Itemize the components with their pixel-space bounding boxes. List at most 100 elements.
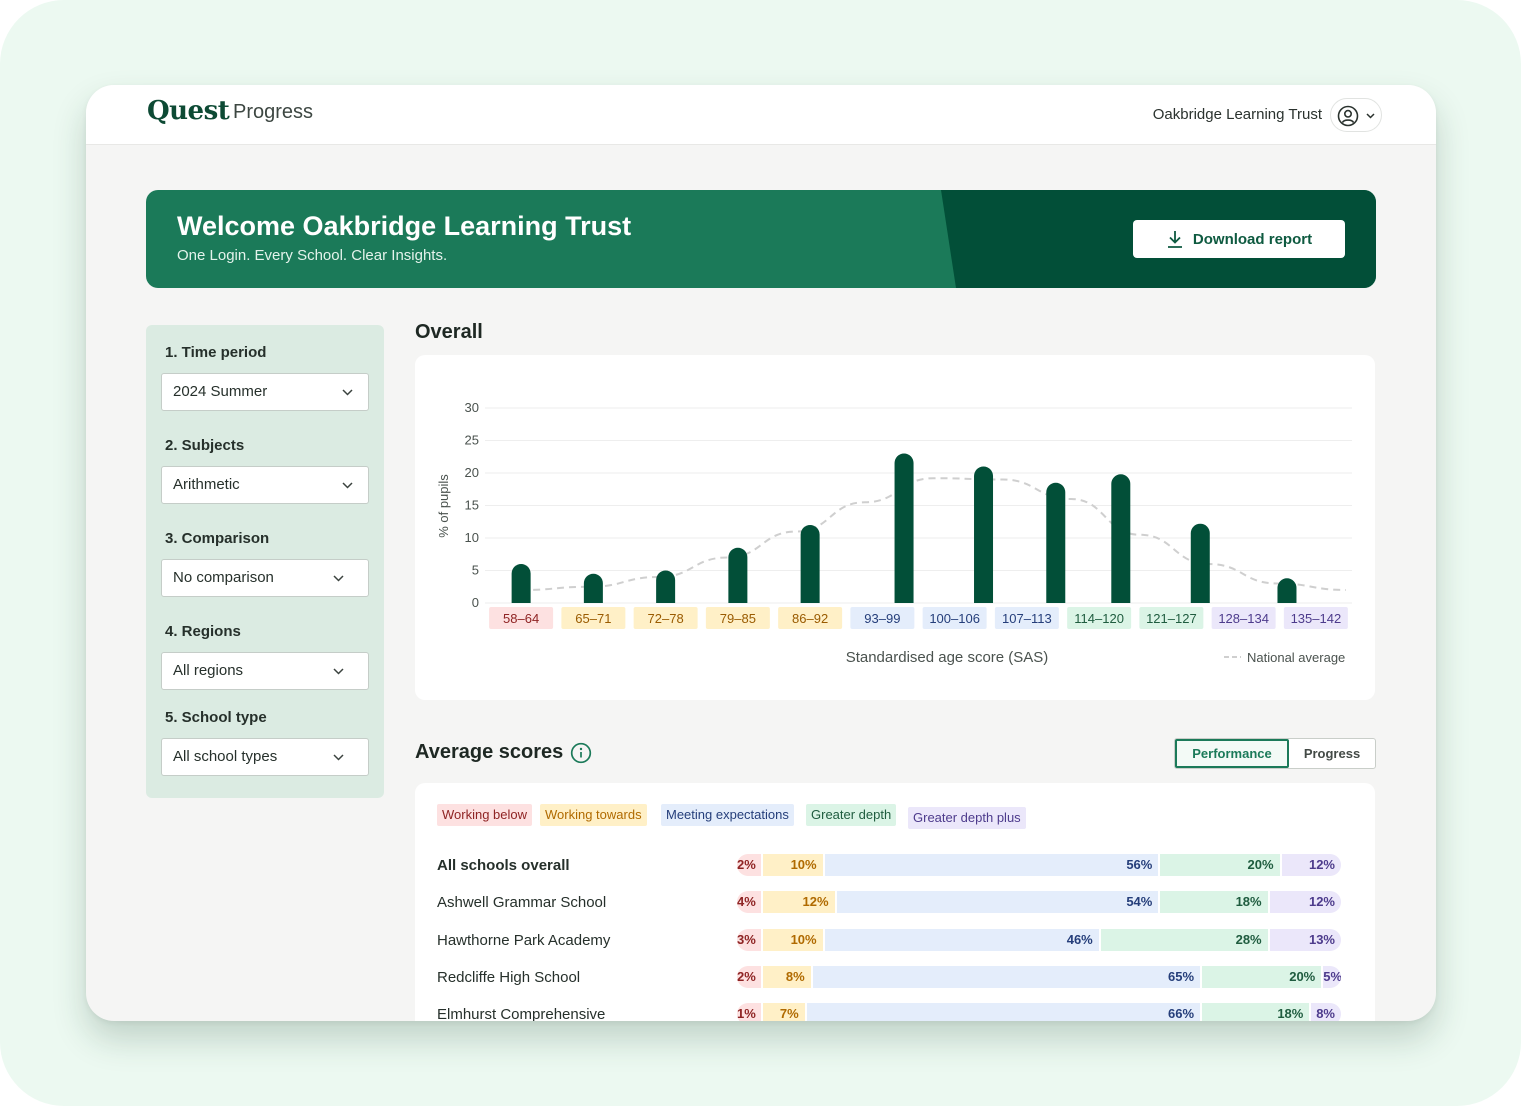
- quest-logo[interactable]: Quest: [147, 96, 230, 126]
- score-bar: 4% 12% 54% 18% 12%: [737, 891, 1341, 913]
- regions-value: All regions: [173, 662, 244, 679]
- welcome-banner: Welcome Oakbridge Learning Trust One Log…: [146, 190, 1376, 288]
- y-tick-label: 10: [465, 530, 479, 545]
- chevron-down-icon: [342, 482, 353, 489]
- chevron-down-icon: [333, 668, 344, 675]
- bar: [1111, 474, 1131, 603]
- legend-chip: Greater depth plus: [908, 807, 1026, 829]
- y-tick-label: 15: [465, 498, 479, 513]
- score-segment: 12%: [1269, 891, 1341, 913]
- progress-tab[interactable]: Progress: [1289, 739, 1375, 768]
- chevron-down-icon: [1366, 113, 1375, 119]
- app-window: Quest Progress Oakbridge Learning Trust …: [86, 85, 1436, 1021]
- bar: [1046, 482, 1066, 603]
- score-bar: 2% 10% 56% 20% 12%: [737, 854, 1341, 876]
- average-scores-card: Working below Working towards Meeting expe…: [415, 783, 1375, 1021]
- bar: [583, 573, 603, 603]
- score-segment: 20%: [1160, 854, 1280, 876]
- filter-label-school-type: 5. School type: [165, 709, 267, 726]
- score-segment: 10%: [763, 854, 823, 876]
- x-tick-label: 100–106: [929, 611, 980, 626]
- regions-select[interactable]: All regions: [161, 652, 369, 690]
- top-bar: Quest Progress Oakbridge Learning Trust: [86, 85, 1436, 145]
- y-tick-label: 0: [472, 595, 479, 610]
- legend-chip: Working below: [437, 804, 533, 826]
- score-segment: 8%: [763, 966, 811, 988]
- score-segment: 28%: [1100, 929, 1268, 951]
- y-tick-label: 20: [465, 465, 479, 480]
- score-bar: 3% 10% 46% 28% 13%: [737, 929, 1341, 951]
- score-segment: 12%: [763, 891, 835, 913]
- chevron-down-icon: [333, 575, 344, 582]
- filter-label-regions: 4. Regions: [165, 623, 241, 640]
- bar: [1190, 523, 1210, 603]
- score-segment: 1%: [737, 1003, 761, 1021]
- score-segment: 66%: [806, 1003, 1201, 1021]
- x-tick-label: 121–127: [1146, 611, 1197, 626]
- x-axis-label: Standardised age score (SAS): [846, 649, 1049, 666]
- y-tick-label: 30: [465, 400, 479, 415]
- bar: [974, 466, 994, 603]
- x-tick-label: 107–113: [1002, 611, 1052, 626]
- overall-bar-chart: 0 5 10 15 20 25 30 % of pupils 58–64 65–71 72–78 79…: [436, 400, 1352, 666]
- organisation-name: Oakbridge Learning Trust: [1152, 106, 1322, 123]
- time-period-value: 2024 Summer: [173, 383, 268, 400]
- page-background: Quest Progress Oakbridge Learning Trust …: [0, 0, 1521, 1106]
- legend-label: National average: [1247, 650, 1345, 665]
- performance-progress-toggle: Performance Progress: [1174, 738, 1376, 769]
- account-menu-button[interactable]: [1330, 98, 1382, 132]
- filter-label-comparison: 3. Comparison: [165, 530, 270, 547]
- welcome-title: Welcome Oakbridge Learning Trust: [177, 211, 632, 241]
- x-tick-label: 114–120: [1074, 611, 1124, 626]
- school-type-value: All school types: [173, 748, 278, 765]
- product-name: Progress: [233, 101, 314, 123]
- comparison-value: No comparison: [173, 569, 274, 586]
- score-segment: 3%: [737, 929, 761, 951]
- filter-label-subjects: 2. Subjects: [165, 437, 245, 454]
- overall-title: Overall: [415, 321, 483, 343]
- legend-chip: Working towards: [540, 804, 647, 826]
- score-segment: 54%: [836, 891, 1159, 913]
- info-icon[interactable]: [570, 742, 592, 764]
- score-segment: 4%: [737, 891, 761, 913]
- subjects-value: Arithmetic: [173, 476, 240, 493]
- subjects-select[interactable]: Arithmetic: [161, 466, 369, 504]
- performance-tab[interactable]: Performance: [1175, 739, 1289, 768]
- legend-chip: Greater depth: [806, 804, 897, 826]
- y-tick-label: 5: [472, 563, 479, 578]
- school-type-select[interactable]: All school types: [161, 738, 369, 776]
- download-report-label: Download report: [1192, 230, 1313, 248]
- bar: [511, 564, 531, 603]
- score-segment: 18%: [1160, 891, 1268, 913]
- national-average-line: [521, 477, 1346, 591]
- overall-chart-card: 0 5 10 15 20 25 30 % of pupils 58–64 65–71 72–78 79…: [415, 355, 1375, 700]
- score-segment: 5%: [1323, 966, 1341, 988]
- score-segment: 2%: [737, 966, 761, 988]
- score-segment: 18%: [1202, 1003, 1310, 1021]
- x-tick-label: 58–64: [503, 611, 539, 626]
- welcome-subtitle: One Login. Every School. Clear Insights.: [177, 247, 448, 264]
- score-segment: 65%: [812, 966, 1201, 988]
- x-tick-label: 86–92: [792, 611, 828, 626]
- score-segment: 20%: [1202, 966, 1322, 988]
- download-report-button[interactable]: Download report: [1133, 220, 1345, 258]
- time-period-select[interactable]: 2024 Summer: [161, 373, 369, 411]
- y-tick-label: 25: [465, 433, 479, 448]
- chevron-down-icon: [333, 754, 344, 761]
- comparison-select[interactable]: No comparison: [161, 559, 369, 597]
- x-tick-label: 135–142: [1291, 611, 1342, 626]
- score-segment: 56%: [824, 854, 1159, 876]
- score-segment: 7%: [763, 1003, 805, 1021]
- legend-chip: Meeting expectations: [661, 804, 794, 826]
- x-tick-label: 72–78: [648, 611, 684, 626]
- school-name: All schools overall: [437, 857, 570, 874]
- download-icon: [1167, 231, 1182, 248]
- school-name: Elmhurst Comprehensive: [437, 1006, 606, 1021]
- bar: [656, 570, 676, 603]
- score-segment: 46%: [824, 929, 1099, 951]
- bar: [728, 547, 748, 603]
- bar: [894, 453, 914, 603]
- average-scores-title: Average scores: [415, 741, 564, 763]
- x-tick-label: 93–99: [864, 611, 900, 626]
- school-name: Ashwell Grammar School: [437, 894, 607, 911]
